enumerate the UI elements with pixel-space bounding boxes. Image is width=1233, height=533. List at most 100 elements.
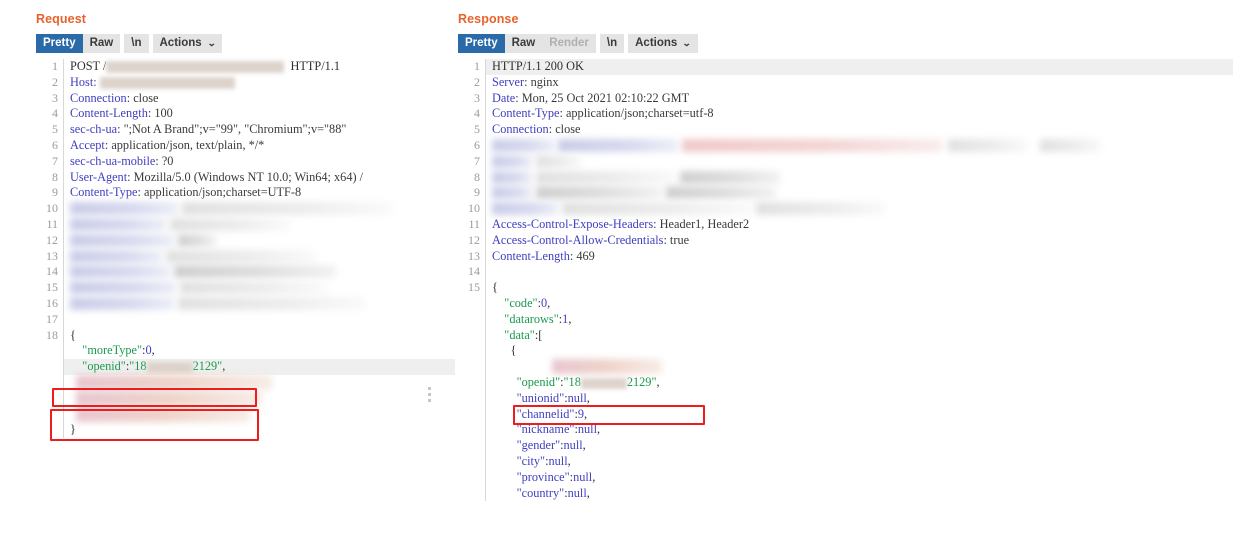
code-token: Access-Control-Allow-Credentials [492, 232, 664, 247]
code-line-content: Content-Length: 100 [63, 106, 455, 123]
request-actions-menu[interactable]: Actions ⌄ [152, 34, 223, 53]
code-token: :[ [534, 327, 543, 342]
request-tab-raw[interactable]: Raw [82, 34, 121, 53]
code-token: , [568, 311, 572, 326]
code-token: "18 [129, 359, 147, 374]
request-tab-pretty[interactable]: Pretty [36, 34, 83, 53]
redacted-header-band [70, 281, 176, 295]
code-line: 15 { [458, 280, 1233, 296]
code-line: "gender":null, [458, 438, 1233, 454]
code-token: "moreType" [82, 343, 143, 358]
code-token: Content-Type [70, 185, 138, 200]
line-number: 8 [474, 169, 480, 184]
code-line-content [485, 169, 1233, 186]
code-token: HTTP/1.1 [284, 59, 341, 73]
redacted-header-band [666, 186, 776, 200]
request-tabbar: Pretty Raw \n Actions ⌄ [36, 34, 455, 53]
redacted-header-band [70, 265, 170, 279]
line-number: 1 [474, 59, 480, 73]
response-tab-raw[interactable]: Raw [504, 34, 543, 53]
code-token: "country" [516, 485, 565, 500]
code-line-content: HTTP/1.1 200 OK [485, 59, 1233, 75]
code-line: "datarows":1, [458, 311, 1233, 328]
code-token: : nginx [524, 74, 559, 89]
chevron-down-icon: ⌄ [682, 38, 692, 48]
code-token: null [567, 390, 587, 405]
code-token: , [222, 359, 226, 374]
response-tab-pretty[interactable]: Pretty [458, 34, 505, 53]
code-line-content [485, 185, 1233, 202]
request-code-area[interactable]: 1 POST / HTTP/1.1 2 Host: 3 Connection: clos… [36, 59, 455, 439]
code-token: null [567, 485, 587, 500]
line-number: 4 [474, 106, 480, 121]
code-token: "channelid" [516, 406, 575, 421]
line-number: 9 [474, 185, 480, 200]
redacted-header-band [536, 186, 662, 200]
code-token: Access-Control-Expose-Headers [492, 216, 654, 231]
response-actions-menu[interactable]: Actions ⌄ [628, 34, 698, 53]
code-line-content: Connection: close [63, 90, 455, 107]
code-token: "unionid" [516, 390, 565, 405]
code-line: 8 User-Agent: Mozilla/5.0 (Windows NT 10.… [36, 169, 455, 186]
code-line: "code":0, [458, 295, 1233, 312]
code-line-content: User-Agent: Mozilla/5.0 (Windows NT 10.0… [63, 169, 455, 186]
code-token: , [586, 485, 590, 500]
code-token: "gender" [516, 438, 561, 453]
code-line: { [458, 343, 1233, 360]
code-line [36, 390, 455, 407]
line-number: 2 [474, 74, 480, 89]
code-token: "data" [504, 327, 535, 342]
code-token: Server [492, 74, 525, 89]
code-line-content [63, 232, 455, 249]
redacted-text [106, 61, 285, 74]
code-line: 14 [458, 264, 1233, 281]
code-token: "city" [516, 453, 546, 468]
code-line: "nickname":null, [458, 422, 1233, 439]
code-token: { [70, 327, 76, 342]
code-token: Content-Type [492, 106, 560, 121]
code-token: : 469 [569, 248, 595, 263]
line-number: 15 [46, 280, 58, 295]
redacted-header-band [756, 202, 886, 216]
line-number: 6 [474, 137, 480, 152]
code-line-content: "nickname":null, [485, 422, 1233, 439]
code-line: 9 [458, 185, 1233, 202]
redacted-header-band [558, 138, 678, 152]
code-token: "openid" [516, 374, 561, 389]
code-line: "channelid":9, [458, 406, 1233, 423]
request-tab-newline[interactable]: \n [124, 34, 149, 53]
response-panel-title: Response [458, 12, 519, 26]
code-token: { [492, 343, 517, 358]
code-line-content: "code":0, [485, 295, 1233, 312]
code-token: sec-ch-ua-mobile [70, 153, 156, 168]
response-tab-newline[interactable]: \n [599, 34, 625, 53]
code-token: Connection [492, 122, 549, 137]
code-line-content [485, 201, 1233, 217]
line-number: 4 [52, 106, 58, 121]
code-line: "country":null, [458, 485, 1233, 502]
code-token: : 100 [147, 106, 173, 121]
code-token: POST [70, 59, 103, 73]
code-token: "datarows" [504, 311, 559, 326]
chevron-down-icon: ⌄ [206, 38, 217, 48]
code-token: "18 [563, 374, 581, 389]
code-line-content: sec-ch-ua: ";Not A Brand";v="99", "Chrom… [63, 122, 455, 138]
redacted-header-band [178, 296, 366, 310]
code-line-content: "province":null, [485, 469, 1233, 486]
response-code-area[interactable]: 1 HTTP/1.1 200 OK 2 Server: nginx 3 Date: Mon… [458, 59, 1233, 502]
request-scroll-drag-handle[interactable] [428, 387, 431, 402]
redacted-header-band [536, 170, 676, 184]
line-number: 16 [46, 295, 58, 310]
code-line: 6 Accept: application/json, text/plain, *… [36, 137, 455, 154]
code-line: 12 [36, 232, 455, 249]
code-line: "city":null, [458, 453, 1233, 470]
redacted-header-band [182, 202, 392, 216]
line-number: 14 [468, 264, 480, 279]
